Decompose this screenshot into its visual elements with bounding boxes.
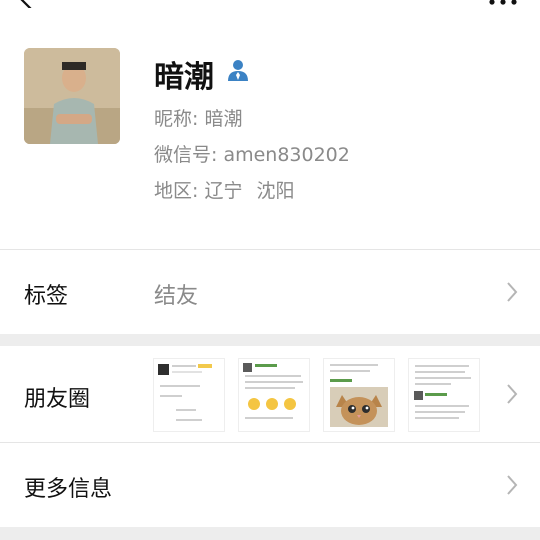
thumb-line <box>415 365 469 367</box>
avatar-photo <box>24 48 120 144</box>
moments-thumbnail <box>238 358 310 432</box>
region-city: 沈阳 <box>256 180 295 202</box>
thumb-line <box>330 364 378 366</box>
back-arrow-icon[interactable] <box>16 0 38 8</box>
chevron-right-icon <box>507 282 518 302</box>
profile-card: 暗潮 昵称: 暗潮 微信号: amen830202 地区: 辽宁 沈阳 <box>0 20 540 249</box>
more-info-row[interactable]: 更多信息 <box>0 443 540 527</box>
chevron-right-icon <box>507 384 518 404</box>
tags-label: 标签 <box>24 284 69 309</box>
chevron-right-icon <box>507 475 518 495</box>
region-province: 辽宁 <box>204 180 243 202</box>
moments-thumbnail <box>153 358 225 432</box>
moments-thumbnail <box>323 358 395 432</box>
top-bar <box>0 0 540 20</box>
region-label: 地区: <box>154 180 199 202</box>
thumb-name <box>255 364 277 367</box>
thumb-line <box>415 417 459 419</box>
person-icon <box>228 60 248 81</box>
moments-label: 朋友圈 <box>24 387 91 412</box>
thumb-name <box>425 393 447 396</box>
thumb-badge <box>198 364 212 368</box>
thumb-avatar <box>243 363 252 372</box>
thumb-line <box>415 405 469 407</box>
thumb-avatar <box>414 391 423 400</box>
thumb-line <box>415 383 451 385</box>
thumb-name <box>330 379 352 382</box>
avatar[interactable] <box>24 48 120 144</box>
emoji-icon <box>248 398 296 410</box>
thumb-line <box>415 377 471 379</box>
moments-thumbnail <box>408 358 480 432</box>
thumb-line <box>176 419 202 421</box>
nickname-text: 昵称: 暗潮 <box>154 108 243 130</box>
region-line: 地区: 辽宁 沈阳 <box>154 176 294 203</box>
thumb-avatar <box>158 364 169 375</box>
moments-row[interactable]: 朋友圈 <box>0 346 540 442</box>
thumb-line <box>160 385 200 387</box>
thumb-line <box>172 371 202 373</box>
more-dots-icon[interactable] <box>488 0 518 6</box>
thumb-line <box>245 381 303 383</box>
thumb-line <box>245 417 293 419</box>
thumb-line <box>415 371 465 373</box>
tags-value: 结友 <box>154 284 199 309</box>
thumb-line <box>415 411 465 413</box>
contact-name: 暗潮 <box>154 60 214 95</box>
tags-row[interactable]: 标签 结友 <box>0 250 540 334</box>
more-info-label: 更多信息 <box>24 477 113 502</box>
thumb-line <box>330 370 370 372</box>
thumb-line <box>245 387 295 389</box>
thumb-line <box>160 395 182 397</box>
cat-photo <box>330 387 388 427</box>
wechat-id-text: 微信号: amen830202 <box>154 144 350 166</box>
thumb-line <box>245 375 301 377</box>
thumb-line <box>176 409 196 411</box>
thumb-line <box>172 365 196 367</box>
